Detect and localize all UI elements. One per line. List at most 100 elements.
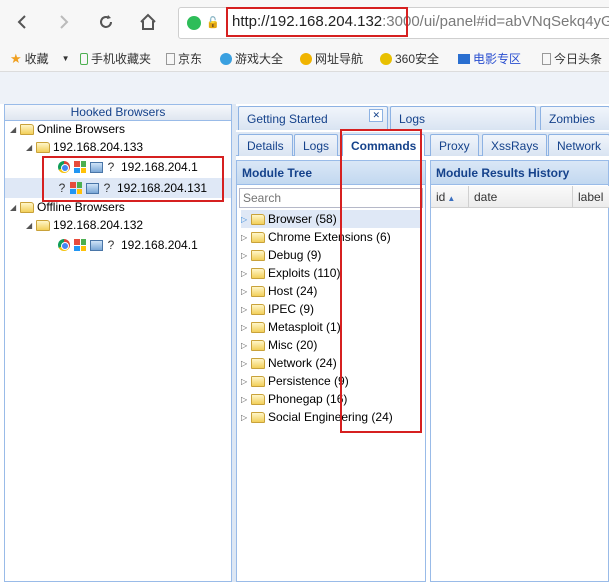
folder-icon <box>20 123 34 135</box>
tab-details[interactable]: Details <box>238 134 293 156</box>
module-category[interactable]: ▷ Misc (20) <box>241 336 317 354</box>
module-category[interactable]: ▷ Exploits (110) <box>241 264 340 282</box>
windows-icon <box>74 239 86 251</box>
reload-button[interactable] <box>92 8 120 36</box>
module-category[interactable]: ▷ Host (24) <box>241 282 317 300</box>
security-shield-icon <box>187 16 201 30</box>
dropdown-icon: ▼ <box>61 54 70 63</box>
folder-icon <box>251 249 265 261</box>
forward-icon <box>60 15 69 29</box>
tab-logs[interactable]: Logs <box>390 106 536 130</box>
computer-icon <box>90 239 103 251</box>
tab-network[interactable]: Network <box>548 134 609 156</box>
tree-offline-browsers[interactable]: ◢ Offline Browsers <box>10 198 125 216</box>
folder-icon <box>251 321 265 333</box>
folder-icon <box>251 213 265 225</box>
module-category[interactable]: ▷ Network (24) <box>241 354 337 372</box>
module-results-panel: Module Results History id ▲ date label <box>430 160 609 582</box>
expand-triangle-icon[interactable]: ◢ <box>26 143 36 152</box>
folder-icon <box>251 267 265 279</box>
folder-icon <box>251 357 265 369</box>
expand-triangle-icon[interactable]: ◢ <box>26 221 36 230</box>
bookmark-favorites[interactable]: ★ 收藏 ▼ <box>10 50 70 67</box>
chrome-icon <box>58 239 70 251</box>
folder-icon <box>36 141 50 153</box>
folder-icon <box>251 393 265 405</box>
expand-arrow-icon[interactable]: ▷ <box>241 377 251 386</box>
expand-arrow-icon[interactable]: ▷ <box>241 233 251 242</box>
home-button[interactable] <box>134 8 162 36</box>
hooked-browsers-title: Hooked Browsers <box>5 105 231 121</box>
bookmark-nav[interactable]: 网址导航 <box>300 50 363 67</box>
main-tabs-bar: Getting Started ✕ Logs Zombies <box>236 106 609 130</box>
module-category[interactable]: ▷ IPEC (9) <box>241 300 314 318</box>
folder-icon <box>251 285 265 297</box>
column-header-id[interactable]: id ▲ <box>431 186 469 208</box>
reload-icon <box>100 15 112 28</box>
expand-arrow-icon[interactable]: ▷ <box>241 269 251 278</box>
forward-button[interactable] <box>50 8 78 36</box>
tab-zombie-logs[interactable]: Logs <box>294 134 339 156</box>
bookmark-toutiao[interactable]: 今日头条 <box>542 50 602 67</box>
unknown-icon: ? <box>107 238 115 252</box>
folder-icon <box>20 201 34 213</box>
phone-icon <box>80 52 88 65</box>
expand-arrow-icon[interactable]: ▷ <box>241 323 251 332</box>
expand-triangle-icon[interactable]: ◢ <box>10 125 20 134</box>
tree-offline-host[interactable]: ◢ 192.168.204.132 <box>26 216 143 234</box>
tab-zombies[interactable]: Zombies <box>540 106 609 130</box>
shield-icon <box>380 52 392 65</box>
back-icon <box>17 15 26 29</box>
folder-icon <box>251 411 265 423</box>
nav-icon <box>300 52 312 65</box>
bookmark-movies[interactable]: 电影专区 <box>458 50 521 67</box>
back-button[interactable] <box>8 8 36 36</box>
tab-getting-started[interactable]: Getting Started ✕ <box>238 106 388 130</box>
bookmark-jd[interactable]: 京东 <box>166 50 202 67</box>
module-results-title: Module Results History <box>431 161 608 185</box>
expand-arrow-icon[interactable]: ▷ <box>241 305 251 314</box>
sort-ascending-icon: ▲ <box>447 194 456 203</box>
browser-toolbar: 🔓 http://192.168.204.132:3000/ui/panel#i… <box>0 0 609 44</box>
page-icon <box>542 52 551 65</box>
folder-icon <box>251 231 265 243</box>
bookmark-360[interactable]: 360安全 <box>380 50 439 67</box>
expand-arrow-icon[interactable]: ▷ <box>241 251 251 260</box>
expand-arrow-icon[interactable]: ▷ <box>241 413 251 422</box>
tree-offline-client-row[interactable]: ? 192.168.204.1 <box>58 236 198 254</box>
column-header-date[interactable]: date <box>469 186 573 208</box>
module-category[interactable]: ▷ Phonegap (16) <box>241 390 347 408</box>
folder-icon <box>251 375 265 387</box>
lock-icon: 🔓 <box>206 17 220 29</box>
home-icon <box>140 13 156 30</box>
module-category[interactable]: ▷ Debug (9) <box>241 246 321 264</box>
expand-arrow-icon[interactable]: ▷ <box>241 341 251 350</box>
commands-highlight-box <box>340 129 422 433</box>
film-icon <box>458 53 470 64</box>
module-category[interactable]: ▷ Metasploit (1) <box>241 318 341 336</box>
folder-icon <box>251 339 265 351</box>
expand-arrow-icon[interactable]: ▷ <box>241 287 251 296</box>
tab-proxy[interactable]: Proxy <box>430 134 479 156</box>
star-icon: ★ <box>10 50 22 66</box>
expand-arrow-icon[interactable]: ▷ <box>241 215 251 224</box>
expand-triangle-icon[interactable]: ◢ <box>10 203 20 212</box>
module-category[interactable]: ▷ Persistence (9) <box>241 372 349 390</box>
bookmark-games[interactable]: 游戏大全 <box>220 50 283 67</box>
folder-icon <box>36 219 50 231</box>
clients-highlight-box <box>42 156 224 202</box>
tree-online-host[interactable]: ◢ 192.168.204.133 <box>26 138 143 156</box>
url-highlight-box <box>226 7 408 37</box>
expand-arrow-icon[interactable]: ▷ <box>241 395 251 404</box>
tree-online-browsers[interactable]: ◢ Online Browsers <box>10 120 125 138</box>
page-icon <box>166 52 175 65</box>
expand-arrow-icon[interactable]: ▷ <box>241 359 251 368</box>
bookmarks-bar: ★ 收藏 ▼ 手机收藏夹 京东 游戏大全 网址导航 360安全 电影专区 今日头条 <box>0 44 609 72</box>
bookmark-mobile[interactable]: 手机收藏夹 <box>80 50 151 67</box>
game-icon <box>220 52 232 65</box>
page-background <box>0 72 609 104</box>
column-header-label[interactable]: label <box>573 186 609 208</box>
folder-icon <box>251 303 265 315</box>
close-icon[interactable]: ✕ <box>369 109 383 122</box>
tab-xssrays[interactable]: XssRays <box>482 134 548 156</box>
